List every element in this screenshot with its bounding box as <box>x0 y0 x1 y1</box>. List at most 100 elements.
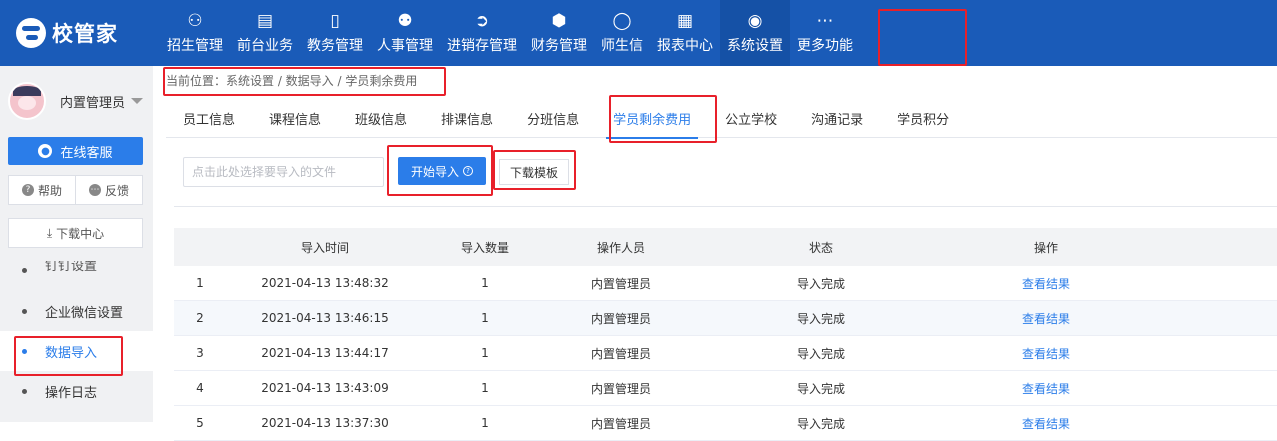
tab-schedule[interactable]: 排课信息 <box>424 98 510 138</box>
view-result-link[interactable]: 查看结果 <box>1022 312 1070 326</box>
tab-class[interactable]: 班级信息 <box>338 98 424 138</box>
nav-label: 教务管理 <box>307 38 363 54</box>
highlight-settings <box>878 9 967 66</box>
row-status: 导入完成 <box>796 381 845 396</box>
table-row: 4 2021-04-13 13:43:09 1 内置管理员 导入完成 查看结果 <box>174 371 1277 406</box>
tab-public-school[interactable]: 公立学校 <box>708 98 794 138</box>
nav-label: 系统设置 <box>727 38 783 54</box>
row-index: 2 <box>196 311 204 325</box>
nav-item-finance[interactable]: ⬢ 财务管理 <box>524 0 594 66</box>
nav-label: 师生信 <box>601 38 643 54</box>
tab-communication[interactable]: 沟通记录 <box>794 98 880 138</box>
logo[interactable]: 校管家 <box>0 0 153 66</box>
sidebar-item-label: 企业微信设置 <box>45 305 124 321</box>
highlight-breadcrumb <box>163 67 446 96</box>
bullet-icon <box>22 268 27 273</box>
settings-icon: ◉ <box>747 11 763 31</box>
view-result-link[interactable]: 查看结果 <box>1022 382 1070 396</box>
import-history-table: 导入时间 导入数量 操作人员 状态 操作 1 2021-04-13 13:48:… <box>174 228 1277 441</box>
report-icon: ▦ <box>676 11 694 31</box>
row-operator: 内置管理员 <box>590 416 651 431</box>
download-center-button[interactable]: ⤓ 下载中心 <box>8 218 143 248</box>
row-status: 导入完成 <box>796 311 845 326</box>
table-row: 2 2021-04-13 13:46:15 1 内置管理员 导入完成 查看结果 <box>174 301 1277 336</box>
sidebar-item-wecom[interactable]: 企业微信设置 <box>0 291 153 331</box>
help-button[interactable]: ? 帮助 <box>8 175 76 205</box>
main-nav: ⚇ 招生管理 ▤ 前台业务 ▯ 教务管理 ⚉ 人事管理 ➲ 进销存管理 ⬢ 财务… <box>160 0 860 66</box>
nav-label: 更多功能 <box>797 38 853 54</box>
divider <box>174 206 1277 207</box>
tab-staff[interactable]: 员工信息 <box>166 98 252 138</box>
nav-item-inventory[interactable]: ➲ 进销存管理 <box>440 0 524 66</box>
nav-item-settings[interactable]: ◉ 系统设置 <box>720 0 790 66</box>
header-status: 状态 <box>808 240 833 255</box>
file-select-input[interactable] <box>183 157 384 187</box>
download-icon: ⤓ <box>46 225 53 240</box>
academic-icon: ▯ <box>330 11 340 31</box>
top-bar: 校管家 ⚇ 招生管理 ▤ 前台业务 ▯ 教务管理 ⚉ 人事管理 ➲ 进销存管理 … <box>0 0 1277 66</box>
avatar <box>8 82 46 120</box>
row-status: 导入完成 <box>796 346 845 361</box>
view-result-link[interactable]: 查看结果 <box>1022 347 1070 361</box>
tab-course[interactable]: 课程信息 <box>252 98 338 138</box>
nav-label: 进销存管理 <box>447 38 517 54</box>
tab-class-assign[interactable]: 分班信息 <box>510 98 596 138</box>
question-icon: ? <box>21 184 34 196</box>
tab-points[interactable]: 学员积分 <box>880 98 966 138</box>
row-import-time: 2021-04-13 13:43:09 <box>261 381 389 395</box>
service-icon: ● <box>38 144 53 158</box>
chat-icon: ◯ <box>612 11 632 31</box>
more-icon: ⋯ <box>816 11 834 31</box>
logo-text: 校管家 <box>52 22 118 46</box>
row-import-count: 1 <box>481 311 489 325</box>
user-menu[interactable]: 内置管理员 <box>0 66 153 136</box>
inventory-icon: ➲ <box>474 11 490 31</box>
row-status: 导入完成 <box>796 276 845 291</box>
recruit-icon: ⚇ <box>187 11 203 31</box>
nav-label: 前台业务 <box>237 38 293 54</box>
feedback-label: 反馈 <box>104 183 129 198</box>
nav-item-academic[interactable]: ▯ 教务管理 <box>300 0 370 66</box>
nav-item-chat[interactable]: ◯ 师生信 <box>594 0 650 66</box>
row-import-time: 2021-04-13 13:48:32 <box>261 276 389 290</box>
row-index: 1 <box>196 276 204 290</box>
nav-item-hr[interactable]: ⚉ 人事管理 <box>370 0 440 66</box>
row-index: 5 <box>196 416 204 430</box>
nav-item-more[interactable]: ⋯ 更多功能 <box>790 0 860 66</box>
header-action: 操作 <box>1033 240 1058 255</box>
bullet-icon <box>22 388 27 394</box>
download-center-label: 下载中心 <box>56 226 105 241</box>
table-row: 3 2021-04-13 13:44:17 1 内置管理员 导入完成 查看结果 <box>174 336 1277 371</box>
nav-label: 人事管理 <box>377 38 433 54</box>
feedback-icon: ⋯ <box>88 184 101 196</box>
nav-label: 招生管理 <box>167 38 223 54</box>
table-row: 5 2021-04-13 13:37:30 1 内置管理员 导入完成 查看结果 <box>174 406 1277 441</box>
highlight-import <box>387 145 493 196</box>
sidebar-item-dingtalk[interactable]: 钉钉设置 <box>0 261 153 291</box>
user-name: 内置管理员 <box>60 95 126 111</box>
row-import-count: 1 <box>481 276 489 290</box>
row-operator: 内置管理员 <box>590 381 651 396</box>
header-import-time: 导入时间 <box>300 240 349 255</box>
nav-item-report[interactable]: ▦ 报表中心 <box>650 0 720 66</box>
view-result-link[interactable]: 查看结果 <box>1022 417 1070 431</box>
row-status: 导入完成 <box>796 416 845 431</box>
online-service-button[interactable]: ● 在线客服 <box>8 137 143 165</box>
nav-item-recruit[interactable]: ⚇ 招生管理 <box>160 0 230 66</box>
row-operator: 内置管理员 <box>590 311 651 326</box>
online-service-label: 在线客服 <box>60 145 113 161</box>
view-result-link[interactable]: 查看结果 <box>1022 277 1070 291</box>
row-index: 4 <box>196 381 204 395</box>
logo-icon <box>16 18 46 48</box>
finance-icon: ⬢ <box>551 11 567 31</box>
row-operator: 内置管理员 <box>590 346 651 361</box>
sidebar-item-label: 钉钉设置 <box>45 261 98 274</box>
nav-item-front-desk[interactable]: ▤ 前台业务 <box>230 0 300 66</box>
row-import-time: 2021-04-13 13:46:15 <box>261 311 389 325</box>
sidebar-item-operation-log[interactable]: 操作日志 <box>0 371 153 411</box>
tab-bar: 员工信息 课程信息 班级信息 排课信息 分班信息 学员剩余费用 公立学校 沟通记… <box>166 98 1277 139</box>
row-import-count: 1 <box>481 381 489 395</box>
row-index: 3 <box>196 346 204 360</box>
sidebar-item-label: 操作日志 <box>45 385 98 401</box>
feedback-button[interactable]: ⋯ 反馈 <box>76 175 143 205</box>
